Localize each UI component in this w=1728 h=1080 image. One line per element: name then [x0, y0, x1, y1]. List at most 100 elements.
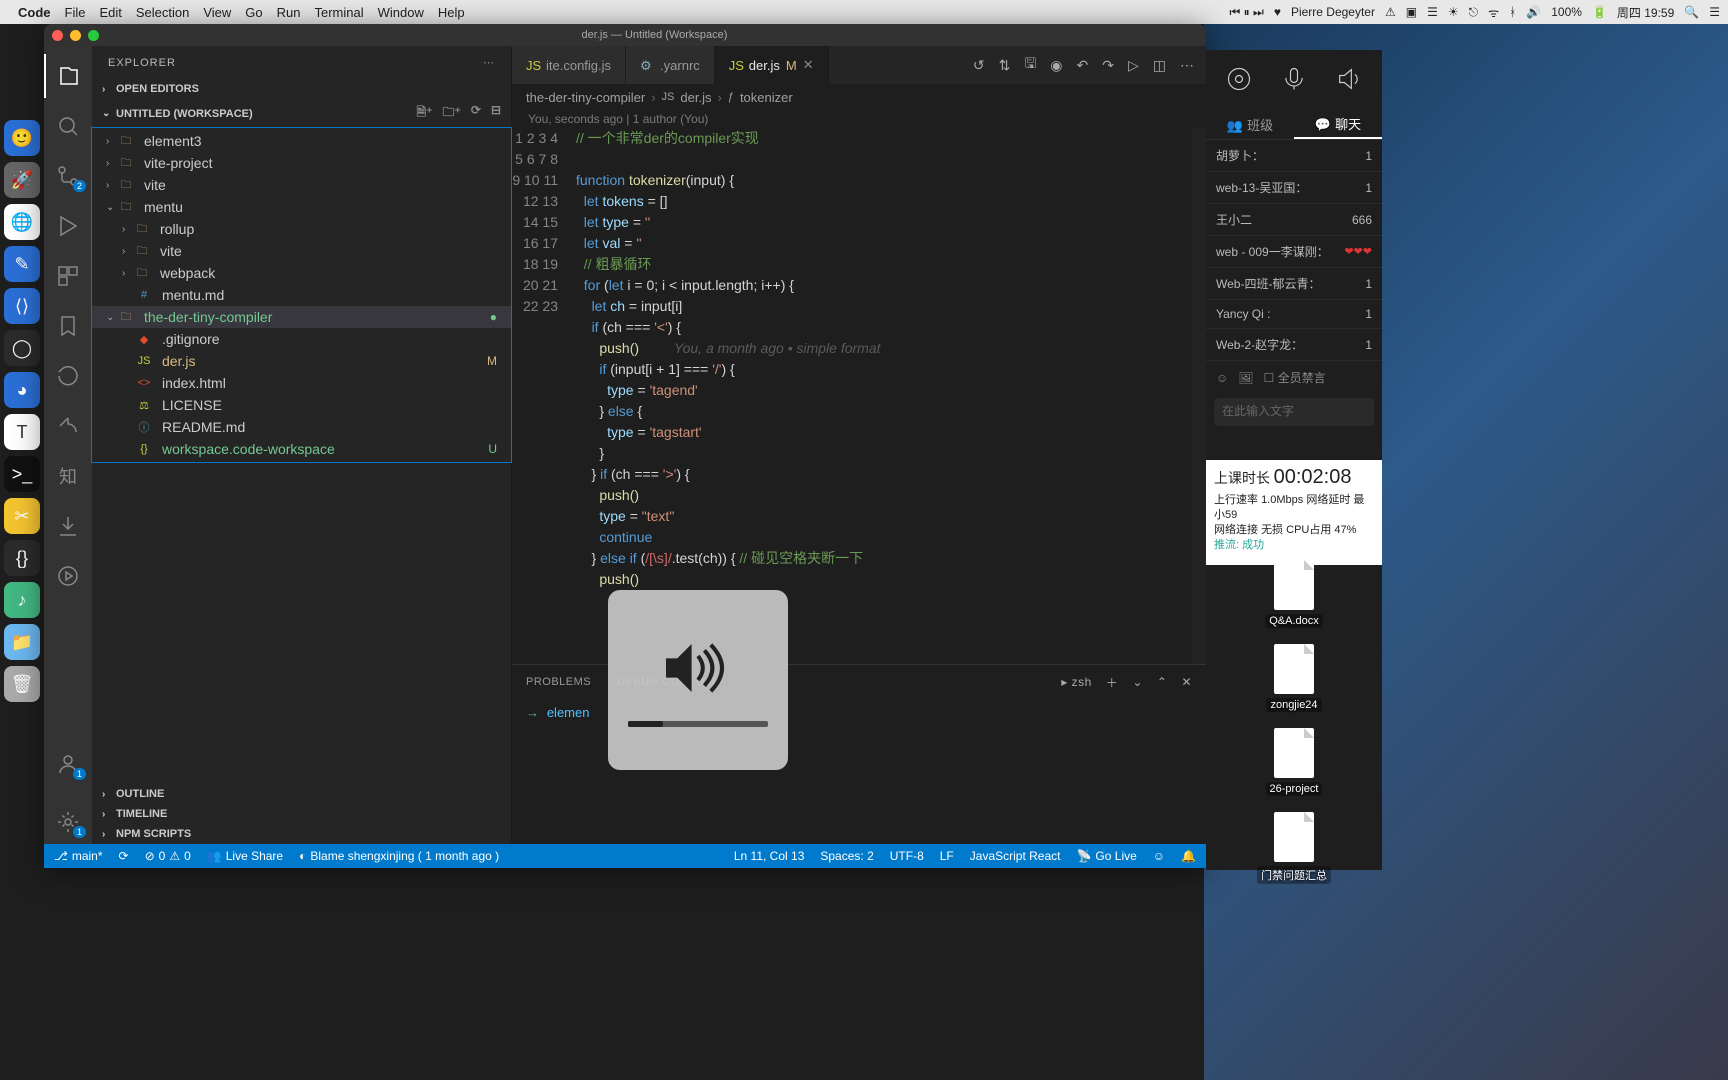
- dock-app-1[interactable]: ✎: [4, 246, 40, 282]
- bluetooth-icon[interactable]: ᚼ: [1509, 5, 1516, 19]
- tree-webpack[interactable]: ›🗀webpack: [92, 262, 511, 284]
- explorer-more-icon[interactable]: ⋯: [483, 56, 495, 69]
- code-editor[interactable]: 1 2 3 4 5 6 7 8 9 10 11 12 13 14 15 16 1…: [512, 128, 1206, 664]
- section-outline[interactable]: ›OUTLINE: [92, 784, 511, 804]
- app-menu[interactable]: Code: [18, 5, 51, 20]
- spotlight-icon[interactable]: 🔍: [1684, 5, 1699, 19]
- dock-app-3[interactable]: ◕: [4, 372, 40, 408]
- menu-go[interactable]: Go: [245, 5, 262, 20]
- speaker-icon[interactable]: [1335, 65, 1363, 96]
- section-timeline[interactable]: ›TIMELINE: [92, 804, 511, 824]
- activity-debug[interactable]: [44, 204, 92, 248]
- status-feedback-icon[interactable]: ☺: [1153, 849, 1165, 863]
- tree-license[interactable]: ⚖LICENSE: [92, 394, 511, 416]
- activity-share[interactable]: [44, 404, 92, 448]
- tree-element3[interactable]: ›🗀element3: [92, 130, 511, 152]
- panel-problems[interactable]: PROBLEMS: [526, 676, 591, 688]
- wifi-icon[interactable]: ᯤ: [1488, 4, 1499, 21]
- breadcrumb[interactable]: the-der-tiny-compiler› JSder.js› ƒtokeni…: [512, 84, 1206, 110]
- chat-input[interactable]: 在此输入文字: [1214, 398, 1374, 426]
- refresh-icon[interactable]: ⟳: [471, 103, 481, 124]
- code-content[interactable]: // 一个非常der的compiler实现 function tokenizer…: [576, 128, 1192, 664]
- tab-yarnrc[interactable]: ⚙.yarnrc: [626, 46, 715, 84]
- activity-account[interactable]: 1: [44, 742, 92, 786]
- close-window[interactable]: [52, 30, 63, 41]
- dock-terminal[interactable]: >_: [4, 456, 40, 492]
- activity-knowledge[interactable]: 知: [44, 454, 92, 498]
- menu-edit[interactable]: Edit: [99, 5, 121, 20]
- media-controls[interactable]: ⏮ ⏸ ⏭: [1230, 5, 1264, 20]
- close-tab-icon[interactable]: ✕: [803, 57, 814, 73]
- tree-vite-project[interactable]: ›🗀vite-project: [92, 152, 511, 174]
- dock-trash[interactable]: 🗑: [4, 666, 40, 702]
- status-cursor[interactable]: Ln 11, Col 13: [734, 849, 805, 863]
- dock-launchpad[interactable]: 🚀: [4, 162, 40, 198]
- tab-chat[interactable]: 💬聊天: [1294, 110, 1382, 139]
- control-center-icon[interactable]: ☰: [1709, 5, 1720, 19]
- tree-gitignore[interactable]: ◆.gitignore: [92, 328, 511, 350]
- activity-search[interactable]: [44, 104, 92, 148]
- tree-mentu[interactable]: ⌄🗀mentu: [92, 196, 511, 218]
- dock-finder[interactable]: 🙂: [4, 120, 40, 156]
- status-blame[interactable]: ◐ Blame shengxinjing ( 1 month ago ): [299, 849, 499, 863]
- dock-text[interactable]: T: [4, 414, 40, 450]
- emoji-icon[interactable]: ☺: [1216, 371, 1228, 385]
- status-golive[interactable]: 📡 Go Live: [1076, 849, 1136, 863]
- clock[interactable]: 周四 19:59: [1617, 4, 1674, 21]
- status-eol[interactable]: LF: [940, 849, 954, 863]
- split-icon[interactable]: ◫: [1153, 57, 1166, 74]
- tree-vite[interactable]: ›🗀vite: [92, 174, 511, 196]
- section-open-editors[interactable]: ›OPEN EDITORS: [92, 79, 511, 99]
- screen-share-icon[interactable]: [1225, 65, 1253, 96]
- minimize-window[interactable]: [70, 30, 81, 41]
- activity-play[interactable]: [44, 554, 92, 598]
- tree-workspace-file[interactable]: {}workspace.code-workspaceU: [92, 438, 511, 460]
- status-spaces[interactable]: Spaces: 2: [820, 849, 873, 863]
- split-terminal-icon[interactable]: ⌄: [1132, 675, 1143, 689]
- dock-music[interactable]: ♪: [4, 582, 40, 618]
- dock-chrome[interactable]: 🌐: [4, 204, 40, 240]
- menu-file[interactable]: File: [65, 5, 86, 20]
- run-icon[interactable]: ▷: [1128, 57, 1139, 74]
- desktop-file-zongjie[interactable]: zongjie24: [1266, 644, 1321, 712]
- section-workspace[interactable]: ⌄UNTITLED (WORKSPACE) 🗎⁺ 🗀⁺ ⟳ ⊟: [92, 99, 511, 128]
- dock-downloads[interactable]: 📁: [4, 624, 40, 660]
- dock-scissors[interactable]: ✂: [4, 498, 40, 534]
- desktop-file-project[interactable]: 26-project: [1266, 728, 1323, 796]
- more-icon[interactable]: ⋯: [1180, 57, 1194, 74]
- window-controls[interactable]: [52, 30, 99, 41]
- maximize-window[interactable]: [88, 30, 99, 41]
- terminal-shell[interactable]: ▸ zsh: [1061, 675, 1092, 689]
- undo-icon[interactable]: ↶: [1077, 57, 1089, 74]
- tree-rollup[interactable]: ›🗀rollup: [92, 218, 511, 240]
- compare-icon[interactable]: ⇅: [999, 57, 1011, 74]
- menu-selection[interactable]: Selection: [136, 5, 189, 20]
- tree-vite2[interactable]: ›🗀vite: [92, 240, 511, 262]
- menu-window[interactable]: Window: [378, 5, 424, 20]
- section-npm[interactable]: ›NPM SCRIPTS: [92, 824, 511, 844]
- new-terminal-icon[interactable]: ＋: [1106, 674, 1119, 691]
- menu-view[interactable]: View: [203, 5, 231, 20]
- desktop-file-issues[interactable]: 门禁问题汇总: [1257, 812, 1331, 884]
- maximize-panel-icon[interactable]: ⌃: [1157, 675, 1168, 689]
- volume-icon[interactable]: 🔊: [1526, 5, 1541, 19]
- tree-der-js[interactable]: JSder.jsM: [92, 350, 511, 372]
- dock-app-4[interactable]: {}: [4, 540, 40, 576]
- activity-refresh[interactable]: [44, 354, 92, 398]
- save-icon[interactable]: 🖫: [1024, 53, 1036, 77]
- chat-list[interactable]: 胡萝卜：1 web-13-吴亚国：1 王小二666 web - 009一李谋刚：…: [1206, 140, 1382, 361]
- status-branch[interactable]: ⎇ main*: [54, 849, 103, 863]
- tab-der-js[interactable]: JSder.jsM✕: [715, 46, 829, 84]
- dock-vscode[interactable]: ⟨⟩: [4, 288, 40, 324]
- menu-terminal[interactable]: Terminal: [315, 5, 364, 20]
- history-icon[interactable]: ↺: [973, 57, 985, 74]
- mute-all[interactable]: ☐ 全员禁言: [1264, 369, 1326, 386]
- activity-scm[interactable]: 2: [44, 154, 92, 198]
- minimap[interactable]: [1192, 128, 1206, 664]
- status-errors[interactable]: ⊘ 0 ⚠ 0: [145, 849, 191, 863]
- status-sync[interactable]: ⟳: [119, 849, 129, 863]
- image-icon[interactable]: 🖼: [1238, 371, 1253, 385]
- activity-bookmark[interactable]: [44, 304, 92, 348]
- redo-icon[interactable]: ↷: [1102, 57, 1114, 74]
- activity-explorer[interactable]: [44, 54, 92, 98]
